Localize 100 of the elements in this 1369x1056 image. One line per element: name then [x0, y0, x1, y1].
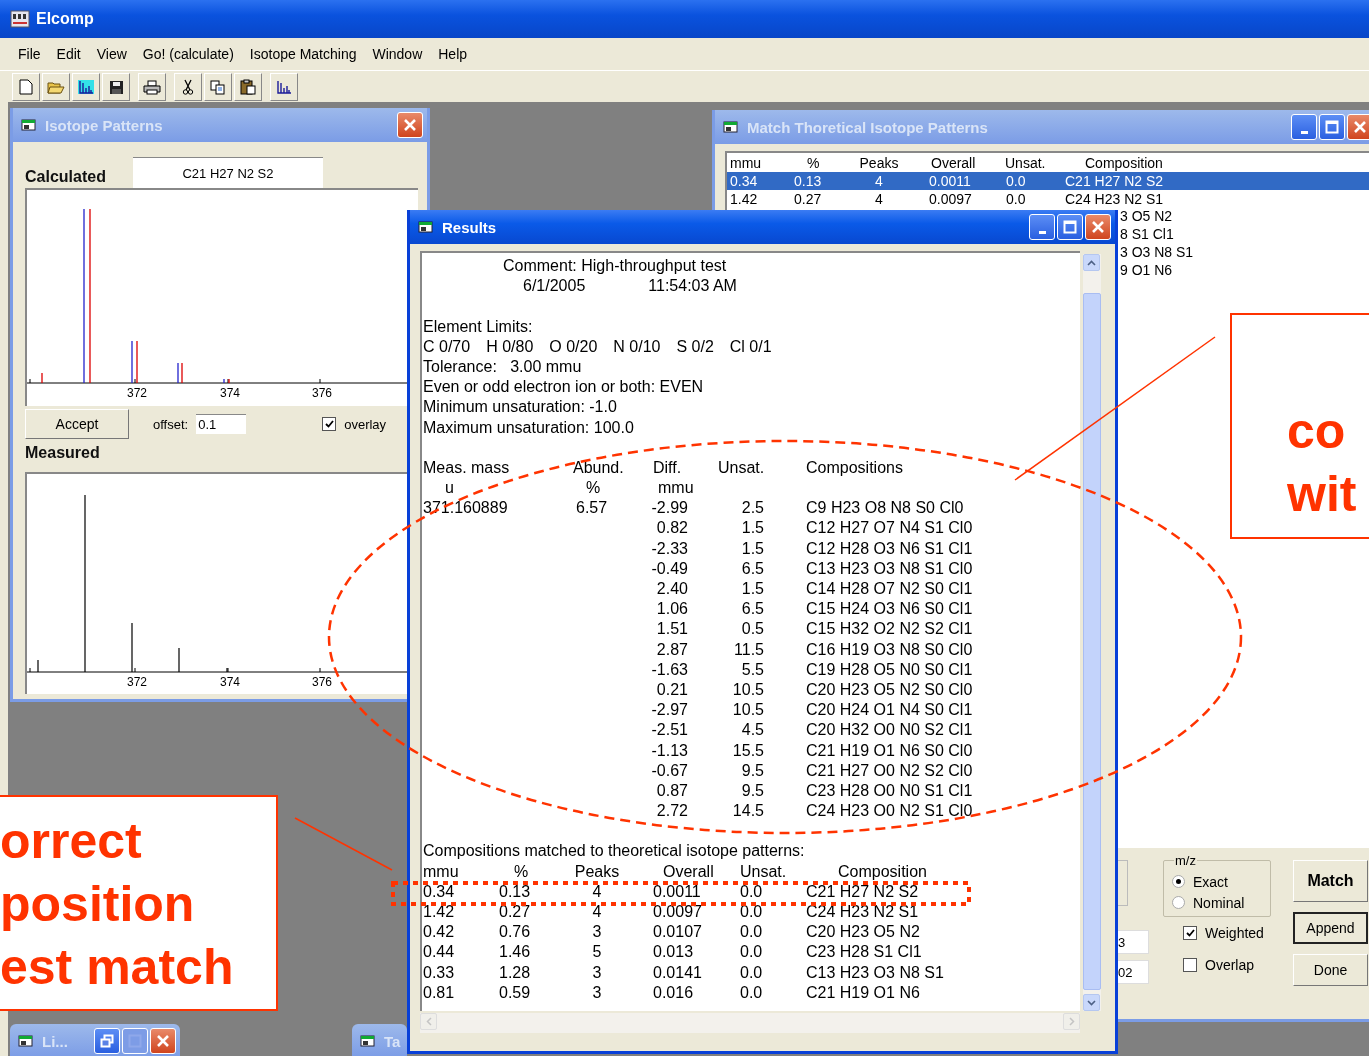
window-icon [360, 1034, 376, 1048]
table-cell: 10.5 [732, 680, 764, 698]
table-cell-text: 0.016 [652, 982, 695, 1003]
minimize-icon [1300, 131, 1308, 134]
table-cell: 1.5 [741, 539, 764, 557]
table-cell: 1.06 [656, 600, 688, 618]
window-icon [418, 220, 434, 234]
setting-text: Even or odd electron ion or both: EVEN [423, 378, 704, 396]
scroll-down-button[interactable] [1083, 994, 1100, 1011]
table-cell-text: 0.0011 [652, 881, 702, 902]
window-title: Ta [384, 1032, 401, 1050]
callout-text: orrect [0, 813, 142, 869]
chevron-down-icon [1087, 999, 1096, 1006]
restore-icon [100, 1034, 114, 1048]
table-cell: 14.5 [732, 802, 764, 820]
element-limit: C 0/70 [423, 336, 471, 357]
table-cell-text: 5 [591, 942, 603, 963]
menu-item[interactable]: Help [430, 43, 476, 65]
menu-item[interactable]: Go! (calculate) [134, 43, 242, 65]
list-cell: 8 S1 Cl1 [1120, 226, 1174, 242]
element-limit: Cl 0/1 [729, 336, 772, 357]
menu-item[interactable]: File [10, 43, 49, 65]
toolbar-button[interactable] [72, 73, 100, 101]
table-cell-text: 0.013 [652, 942, 695, 963]
printer-icon [143, 79, 161, 95]
table-cell: 1.5 [741, 580, 764, 598]
clipboard-icon [240, 79, 256, 95]
list-cell-text: 0.34 [729, 173, 759, 189]
menu-item[interactable]: Isotope Matching [241, 43, 365, 65]
section-label: Calculated [25, 168, 107, 187]
table-cell-text: 0.0 [739, 962, 764, 983]
toolbar-button[interactable] [270, 73, 298, 101]
menu-item[interactable]: Edit [48, 43, 89, 65]
column-header: mmu [729, 155, 763, 171]
offset-label: offset: [153, 416, 189, 432]
table-cell-text: 3 [591, 962, 603, 983]
close-button[interactable] [150, 1028, 176, 1054]
table-cell: C21 H19 O1 N6 S0 Cl0 [806, 741, 973, 759]
restore-button[interactable] [94, 1028, 120, 1054]
window-title: Results [442, 218, 497, 236]
close-button[interactable] [1085, 214, 1111, 240]
maximize-button[interactable] [1057, 214, 1083, 240]
spectrum-icon [276, 80, 292, 94]
setting-text: Tolerance: 3.00 mmu [423, 357, 582, 375]
formula-field: C21 H27 N2 S2 [133, 157, 323, 188]
table-cell: C9 H23 O8 N8 S0 Cl0 [806, 499, 964, 517]
table-cell: C23 H28 O0 N0 S1 Cl1 [806, 781, 973, 799]
scroll-up-button[interactable] [1083, 254, 1100, 271]
table-cell: C20 H32 O0 N0 S2 Cl1 [806, 721, 973, 739]
column-header: Composition [1084, 155, 1164, 171]
table-cell: C24 H23 O0 N2 S1 Cl0 [806, 802, 973, 820]
column-header: Diff. [653, 457, 682, 478]
overlay-label: overlay [344, 416, 387, 432]
setting-text: Minimum unsaturation: -1.0 [423, 398, 617, 416]
table-cell: 15.5 [732, 741, 764, 759]
callout-text: est match [0, 939, 234, 995]
blank-page-icon [19, 79, 33, 95]
table-cell: 10.5 [732, 701, 764, 719]
table-cell-text: 1.28 [499, 962, 532, 983]
maximize-button[interactable] [122, 1028, 148, 1054]
axis-tick-label: 374 [220, 675, 241, 689]
list-cell-text: C21 H27 N2 S2 [1064, 173, 1165, 189]
toolbar-button[interactable] [102, 73, 130, 101]
table-cell: 5.5 [741, 660, 764, 678]
table-cell: 371.160889 [423, 499, 508, 517]
table-cell-text: 0.0 [739, 922, 764, 943]
table-cell-text: 0.0 [739, 881, 764, 902]
close-icon [1353, 120, 1367, 134]
column-header: Unsat. [1004, 155, 1047, 171]
menu-item[interactable]: Window [364, 43, 431, 65]
minimize-button[interactable] [1029, 214, 1055, 240]
window-title: Li... [42, 1032, 68, 1050]
radio-label: Nominal [1193, 894, 1245, 911]
column-header: Overall [930, 155, 977, 171]
table-cell: 9.5 [741, 761, 764, 779]
toolbar-button[interactable] [234, 73, 262, 101]
table-cell: 2.87 [656, 640, 688, 658]
column-header: Peaks [858, 155, 900, 171]
window-icon [18, 1034, 34, 1048]
table-cell: C12 H27 O7 N4 S1 Cl0 [806, 519, 973, 537]
section-heading: Element Limits: [423, 317, 533, 335]
spectrum-icon [78, 80, 94, 94]
list-cell-text: 0.0 [1005, 191, 1027, 207]
toolbar-button[interactable] [174, 73, 202, 101]
table-cell-text: 0.33 [423, 962, 456, 983]
column-header: Unsat. [739, 861, 788, 882]
table-cell: -2.51 [651, 721, 688, 739]
table-cell: C15 H32 O2 N2 S2 Cl1 [806, 620, 973, 638]
table-cell: -2.33 [651, 539, 688, 557]
close-icon [156, 1034, 170, 1048]
axis-tick-label: 376 [312, 675, 333, 689]
toolbar-button[interactable] [138, 73, 166, 101]
menu-item[interactable]: View [88, 43, 135, 65]
section-heading: Compositions matched to theoretical isotope patterns: [423, 842, 805, 860]
checkmark-icon [324, 420, 334, 428]
table-cell: 4.5 [741, 721, 764, 739]
app-title: Elcomp [36, 10, 94, 28]
list-cell-text: 1.42 [729, 191, 759, 207]
table-cell: 0.82 [656, 519, 688, 537]
table-cell: 6.57 [576, 499, 608, 517]
